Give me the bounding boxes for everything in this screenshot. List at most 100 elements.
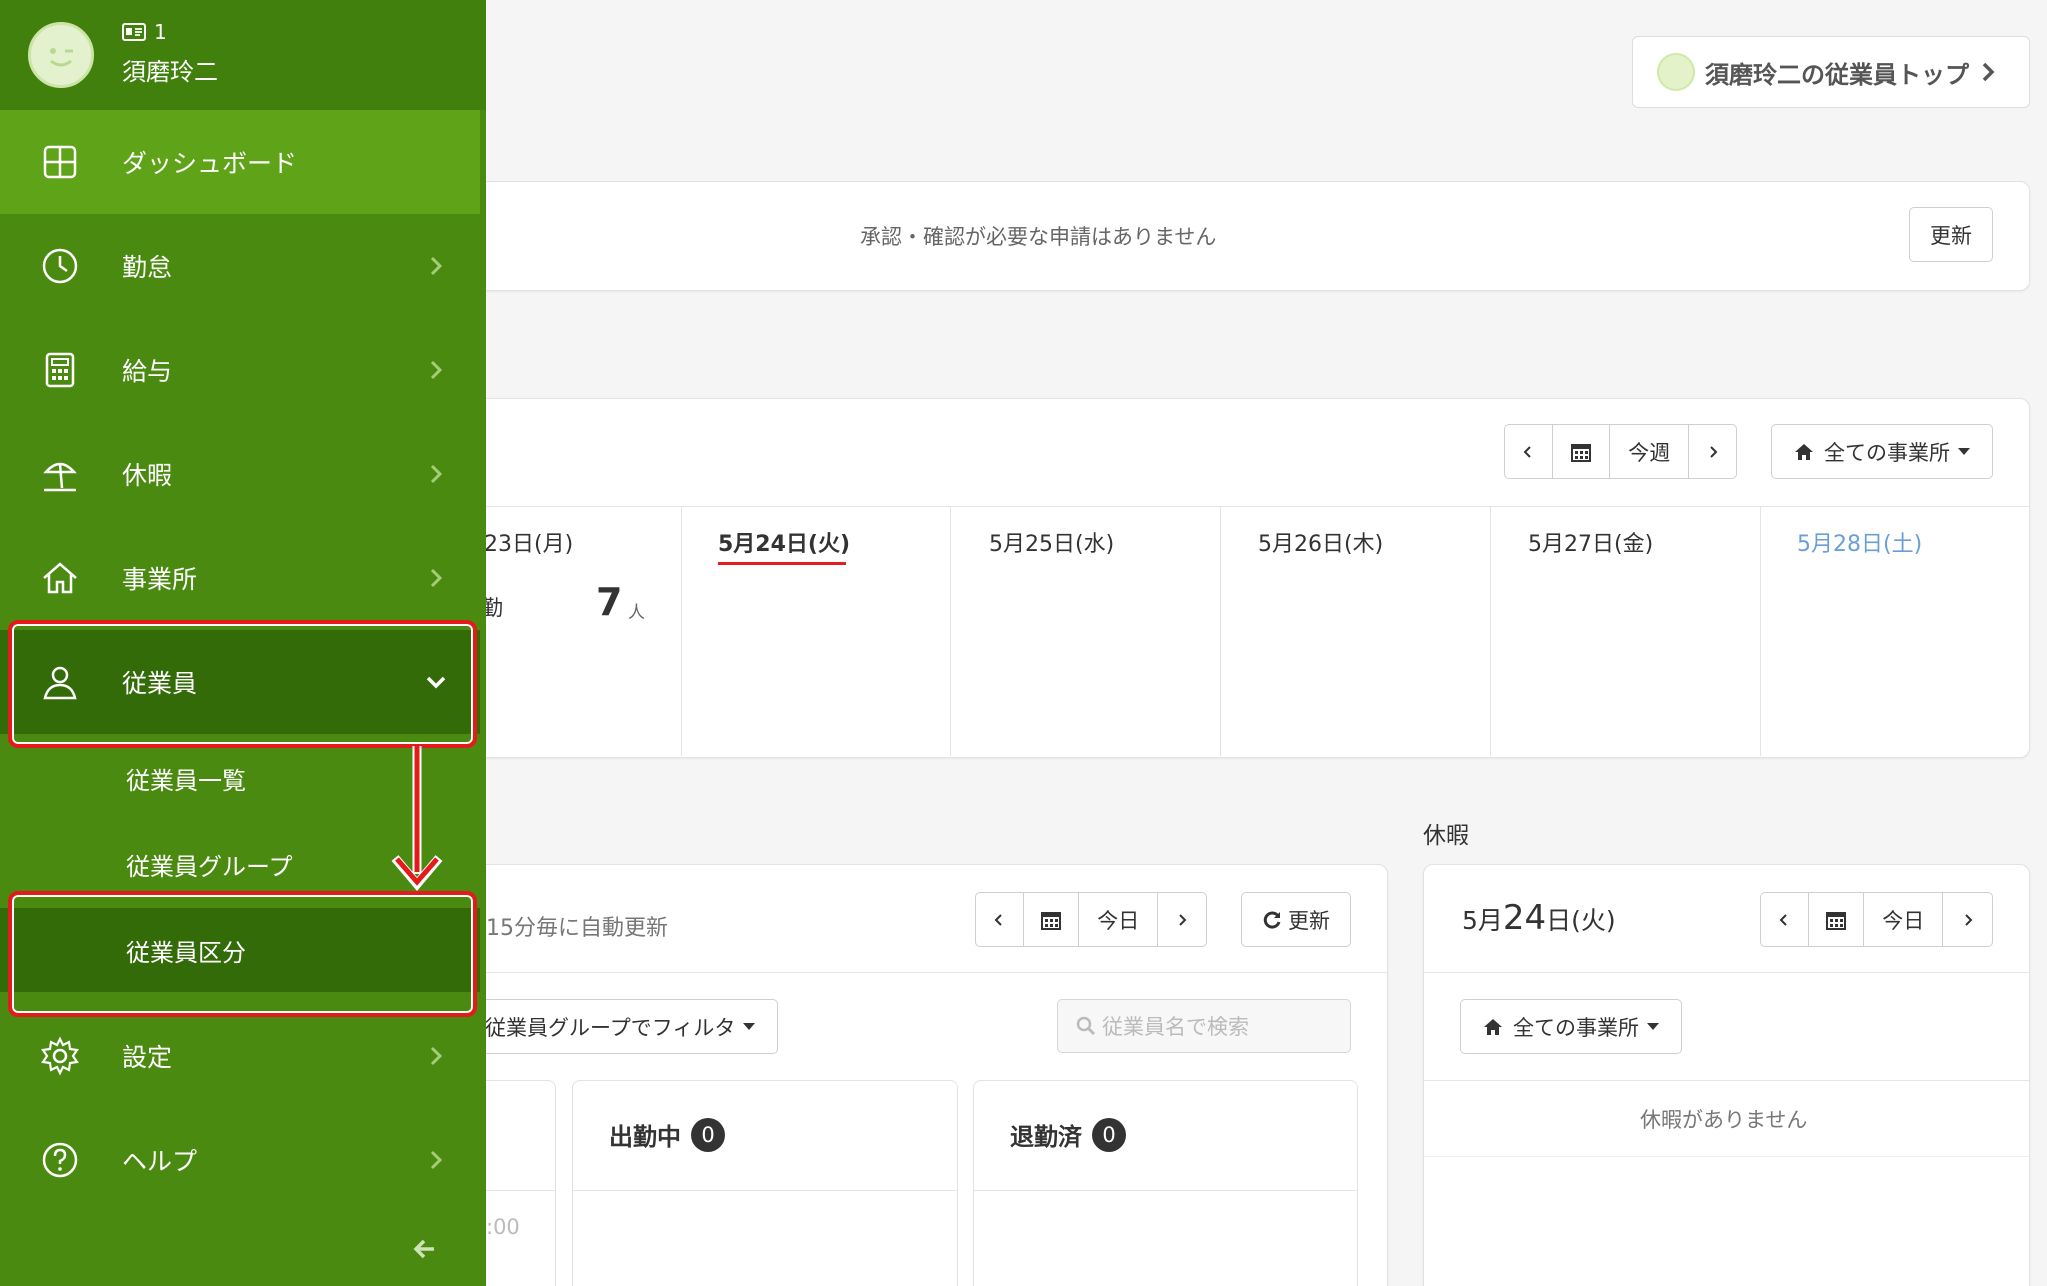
caret-down-icon bbox=[743, 1023, 756, 1030]
leave-empty-message: 休暇がありません bbox=[1640, 1108, 1808, 1132]
day-col-fri: 5月27日(金) bbox=[1490, 506, 1760, 756]
day-col-wed: 5月25日(水) bbox=[950, 506, 1220, 756]
today-underline bbox=[718, 562, 846, 565]
nav-employee-group-label: 従業員グループ bbox=[126, 852, 293, 881]
leave-date-day: 24 bbox=[1502, 898, 1547, 938]
chevron-left-icon bbox=[994, 913, 1003, 926]
this-week-button[interactable]: 今週 bbox=[1610, 425, 1690, 478]
chevron-right-icon bbox=[430, 360, 443, 380]
nav-attendance[interactable]: 勤怠 bbox=[0, 214, 480, 318]
nav-dashboard[interactable]: ダッシュボード bbox=[0, 110, 480, 214]
chevron-left-icon bbox=[1779, 913, 1788, 926]
calendar-icon bbox=[1040, 911, 1061, 930]
leave-prev-button[interactable] bbox=[1761, 893, 1809, 946]
chevron-right-icon bbox=[430, 1150, 443, 1170]
chevron-right-icon bbox=[1179, 913, 1187, 926]
week-next-button[interactable] bbox=[1689, 425, 1736, 478]
user-bar[interactable]: 1 須磨玲二 bbox=[0, 0, 486, 110]
home-icon bbox=[43, 562, 77, 594]
user-id: 1 bbox=[122, 20, 167, 44]
nav-payroll[interactable]: 給与 bbox=[0, 318, 480, 422]
timecard-refresh-label: 更新 bbox=[1288, 908, 1330, 933]
day-col-tue: 5月24日(火) bbox=[681, 506, 950, 756]
leave-next-button[interactable] bbox=[1943, 893, 1992, 946]
arrow-down-annotation bbox=[391, 746, 443, 891]
group-filter-label: 従業員グループでフィルタ bbox=[485, 1015, 736, 1040]
wink-face-icon bbox=[50, 48, 73, 67]
day-col-sat: 5月28日(土) bbox=[1760, 506, 2028, 756]
group-filter-dropdown[interactable]: 従業員グループでフィルタ bbox=[472, 999, 778, 1054]
collapse-sidebar-icon[interactable] bbox=[410, 1234, 440, 1264]
approvals-message: 承認・確認が必要な申請はありません bbox=[860, 225, 1217, 249]
left-header: 退勤済 0 bbox=[1010, 1117, 1126, 1152]
chevron-right-icon bbox=[1964, 913, 1973, 926]
day-col-thu: 5月26日(木) bbox=[1220, 506, 1490, 756]
employee-top-button[interactable]: 須磨玲二の従業員トップ bbox=[1632, 36, 2030, 108]
day-label-saturday: 5月28日(土) bbox=[1797, 532, 1923, 557]
calendar-icon bbox=[1825, 911, 1846, 930]
nav-dashboard-label: ダッシュボード bbox=[122, 149, 298, 178]
nav-leave-label: 休暇 bbox=[122, 461, 173, 490]
chevron-right-icon bbox=[430, 1046, 443, 1066]
search-placeholder: 従業員名で検索 bbox=[1102, 1015, 1249, 1039]
week-calendar-button[interactable] bbox=[1553, 425, 1611, 478]
home-icon bbox=[1795, 443, 1813, 460]
partial-time-text: :00 bbox=[486, 1215, 520, 1239]
nav-attendance-label: 勤怠 bbox=[122, 253, 173, 282]
leave-today-button[interactable]: 今日 bbox=[1864, 893, 1944, 946]
chevron-left-icon bbox=[1523, 445, 1532, 458]
gear-icon bbox=[41, 1036, 79, 1076]
day-label-today: 5月24日(火) bbox=[718, 532, 851, 557]
avatar bbox=[28, 22, 94, 88]
leave-date: 5月 24 日(火) bbox=[1462, 898, 1616, 938]
refresh-icon bbox=[1263, 911, 1281, 929]
highlight-employee-menu bbox=[8, 620, 477, 748]
caret-down-icon bbox=[1647, 1023, 1659, 1030]
chevron-right-icon bbox=[1709, 445, 1718, 458]
leave-office-filter[interactable]: 全ての事業所 bbox=[1460, 999, 1682, 1054]
nav-help[interactable]: ヘルプ bbox=[0, 1108, 480, 1212]
day-prev-button[interactable] bbox=[976, 893, 1024, 946]
auto-refresh-text: 15分毎に自動更新 bbox=[486, 916, 668, 941]
leave-date-prefix: 5月 bbox=[1462, 906, 1503, 935]
leave-calendar-button[interactable] bbox=[1809, 893, 1865, 946]
week-prev-button[interactable] bbox=[1505, 425, 1553, 478]
calendar-icon bbox=[1570, 443, 1591, 462]
chevron-right-icon bbox=[1982, 62, 1995, 82]
timecard-refresh-button[interactable]: 更新 bbox=[1241, 892, 1351, 947]
working-header: 出勤中 0 bbox=[609, 1117, 725, 1152]
working-label: 出勤中 bbox=[609, 1123, 681, 1151]
day-calendar-button[interactable] bbox=[1024, 893, 1080, 946]
nav-leave[interactable]: 休暇 bbox=[0, 422, 480, 526]
day-label: 5月27日(金) bbox=[1528, 532, 1654, 557]
left-count-badge: 0 bbox=[1092, 1117, 1126, 1152]
home-icon bbox=[1484, 1018, 1502, 1035]
today-button[interactable]: 今日 bbox=[1079, 893, 1159, 946]
search-icon bbox=[1076, 1016, 1096, 1036]
nav-employee-list-label: 従業員一覧 bbox=[126, 766, 246, 795]
day-nav-group: 今日 bbox=[975, 892, 1207, 947]
caret-down-icon bbox=[1958, 448, 1970, 455]
leave-section-title: 休暇 bbox=[1423, 823, 1469, 849]
employee-search-input[interactable]: 従業員名で検索 bbox=[1057, 999, 1351, 1053]
beach-umbrella-icon bbox=[43, 462, 77, 492]
user-id-value: 1 bbox=[154, 20, 167, 44]
highlight-employee-category bbox=[8, 891, 477, 1017]
nav-payroll-label: 給与 bbox=[122, 357, 173, 386]
id-card-icon bbox=[122, 23, 146, 41]
nav-office-label: 事業所 bbox=[122, 565, 198, 594]
nav-office[interactable]: 事業所 bbox=[0, 526, 480, 630]
clock-icon bbox=[42, 248, 78, 284]
calculator-icon bbox=[45, 352, 75, 388]
left-label: 退勤済 bbox=[1010, 1123, 1082, 1151]
day-label: 23日(月) bbox=[484, 532, 574, 557]
dashboard-icon bbox=[43, 145, 77, 179]
approvals-refresh-button[interactable]: 更新 bbox=[1909, 207, 1993, 262]
nav-help-label: ヘルプ bbox=[122, 1147, 198, 1176]
day-next-button[interactable] bbox=[1158, 893, 1206, 946]
employee-top-label: 須磨玲二の従業員トップ bbox=[1705, 60, 1969, 89]
nav-settings[interactable]: 設定 bbox=[0, 1004, 480, 1108]
day-count: 7 bbox=[596, 580, 623, 624]
week-office-filter[interactable]: 全ての事業所 bbox=[1771, 424, 1993, 479]
leave-office-filter-label: 全ての事業所 bbox=[1513, 1015, 1639, 1040]
